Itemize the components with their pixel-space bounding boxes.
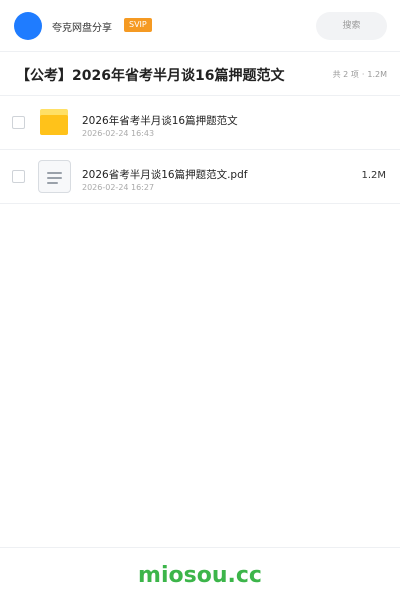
watermark: miosou.cc bbox=[138, 563, 262, 588]
file-row-folder[interactable]: 2026年省考半月谈16篇押题范文 2026-02-24 16:43 bbox=[0, 96, 400, 150]
file-name[interactable]: 2026年省考半月谈16篇押题范文 bbox=[82, 113, 238, 128]
footer: miosou.cc bbox=[0, 547, 400, 600]
file-date: 2026-02-24 16:27 bbox=[82, 183, 155, 192]
file-row-pdf[interactable]: 2026省考半月谈16篇押题范文.pdf 2026-02-24 16:27 1.… bbox=[0, 150, 400, 204]
avatar[interactable] bbox=[14, 12, 42, 40]
folder-meta: 共 2 项 · 1.2M bbox=[333, 69, 387, 80]
svip-badge[interactable]: SVIP bbox=[124, 18, 152, 32]
search-input[interactable] bbox=[316, 12, 387, 40]
file-date: 2026-02-24 16:43 bbox=[82, 129, 155, 138]
total-size: 1.2M bbox=[367, 70, 387, 79]
item-count: 共 2 项 bbox=[332, 70, 359, 79]
row-checkbox[interactable] bbox=[12, 116, 25, 129]
folder-icon bbox=[40, 109, 68, 135]
folder-title-bar: 【公考】2026年省考半月谈16篇押题范文 共 2 项 · 1.2M bbox=[0, 52, 400, 96]
file-size: 1.2M bbox=[361, 170, 386, 181]
row-checkbox[interactable] bbox=[12, 170, 25, 183]
brand-name: 夸克网盘分享 bbox=[52, 23, 112, 34]
file-icon bbox=[38, 160, 71, 193]
app-header: 夸克网盘分享 SVIP bbox=[0, 0, 400, 52]
page-title: 【公考】2026年省考半月谈16篇押题范文 bbox=[16, 68, 285, 84]
file-name[interactable]: 2026省考半月谈16篇押题范文.pdf bbox=[82, 167, 247, 182]
